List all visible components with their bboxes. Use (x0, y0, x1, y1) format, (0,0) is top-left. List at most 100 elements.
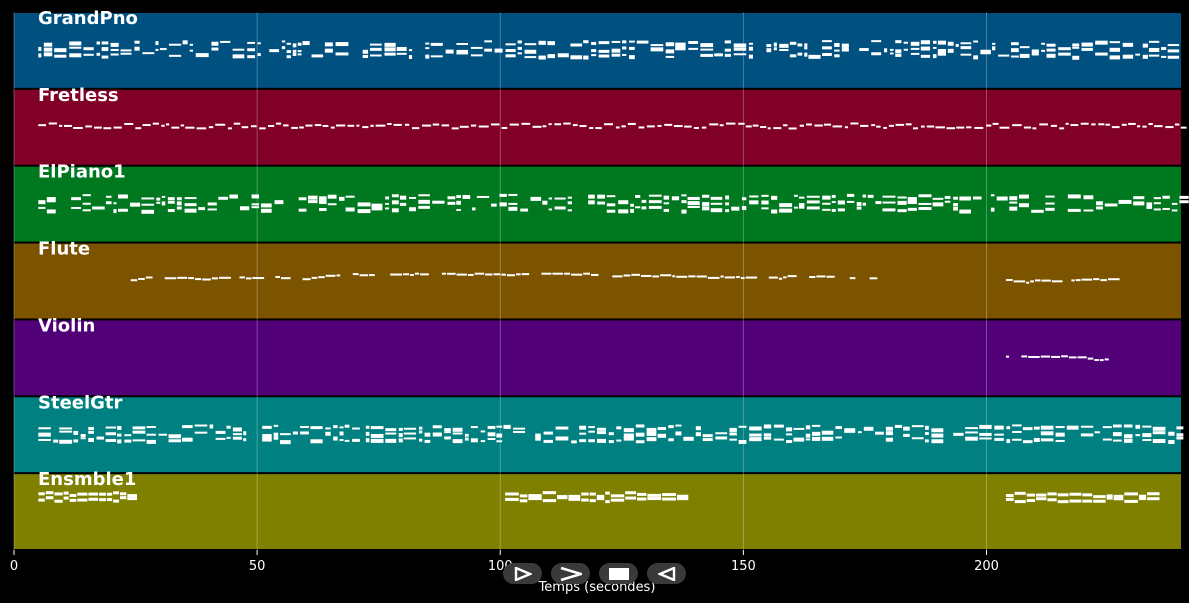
note-mark (910, 47, 920, 50)
note-mark (359, 274, 368, 277)
note-mark (994, 437, 1004, 441)
note-mark (834, 49, 840, 52)
note-mark (182, 425, 193, 429)
note-mark (596, 427, 607, 431)
note-mark (362, 49, 369, 54)
note-mark (105, 432, 117, 436)
note-mark (974, 126, 984, 129)
note-mark (894, 424, 903, 428)
note-mark (369, 47, 382, 51)
note-mark (218, 196, 228, 200)
play-button[interactable] (503, 563, 542, 584)
note-mark (117, 439, 122, 444)
note-mark (124, 122, 134, 125)
note-mark (252, 277, 265, 280)
note-mark (215, 430, 226, 434)
note-mark (778, 277, 783, 280)
note-mark (555, 426, 569, 430)
note-mark (48, 122, 57, 125)
note-mark (700, 48, 714, 51)
note-mark (837, 208, 845, 212)
note-mark (627, 122, 636, 125)
note-mark (43, 42, 53, 47)
x-tick-label: 150 (731, 559, 756, 574)
playback-controls (503, 563, 686, 584)
note-mark (161, 201, 166, 206)
note-mark (835, 436, 842, 439)
note-mark (738, 439, 747, 444)
note-mark (1083, 195, 1094, 200)
forward-button[interactable] (551, 563, 590, 584)
stop-button[interactable] (599, 563, 638, 584)
note-mark (646, 437, 657, 442)
note-mark (88, 492, 99, 496)
note-mark (876, 125, 881, 128)
note-mark (616, 426, 622, 430)
note-mark (834, 54, 840, 58)
note-mark (145, 276, 153, 279)
note-mark (251, 194, 260, 199)
note-mark (1142, 125, 1147, 128)
note-mark (935, 126, 945, 129)
note-mark (310, 439, 323, 444)
note-mark (155, 41, 159, 46)
note-mark (286, 50, 291, 54)
note-mark (548, 208, 553, 211)
note-mark (189, 43, 194, 46)
note-mark (93, 126, 102, 129)
note-mark (491, 203, 497, 207)
note-mark (219, 276, 231, 279)
note-mark (339, 431, 344, 436)
note-mark (662, 497, 677, 501)
note-mark (867, 194, 874, 198)
note-mark (1072, 43, 1080, 47)
note-mark (608, 440, 614, 444)
note-mark (1135, 434, 1141, 437)
note-mark (1061, 355, 1068, 358)
note-mark (597, 194, 606, 199)
note-mark (117, 433, 122, 437)
note-mark (101, 47, 109, 52)
note-mark (799, 124, 805, 127)
note-mark (1142, 433, 1152, 438)
note-mark (233, 122, 241, 125)
note-mark (625, 496, 637, 500)
note-mark (1123, 424, 1133, 428)
note-mark (571, 440, 577, 444)
note-mark (1055, 439, 1065, 442)
note-mark (557, 496, 568, 500)
note-mark (793, 437, 805, 442)
note-mark (409, 196, 416, 199)
note-mark (650, 44, 664, 47)
note-mark (99, 492, 107, 496)
note-mark (1031, 209, 1044, 213)
note-mark (409, 207, 416, 212)
note-mark (588, 426, 595, 429)
note-mark (424, 432, 431, 437)
note-mark (623, 274, 631, 277)
note-mark (194, 278, 202, 281)
note-mark (542, 200, 548, 205)
back-button[interactable] (647, 563, 686, 584)
note-mark (895, 123, 905, 126)
note-mark (299, 126, 304, 129)
note-mark (541, 272, 552, 275)
note-mark (789, 41, 797, 45)
note-mark (701, 126, 707, 129)
x-tick-label: 50 (249, 559, 266, 574)
note-mark (1045, 202, 1055, 205)
note-mark (688, 47, 699, 50)
note-mark (1093, 278, 1100, 281)
note-mark (365, 425, 370, 429)
note-mark (43, 47, 53, 52)
note-mark (724, 48, 731, 52)
note-mark (1171, 209, 1178, 212)
note-mark (589, 499, 596, 503)
note-mark (640, 274, 652, 277)
note-mark (822, 40, 832, 43)
note-mark (822, 53, 832, 57)
note-mark (641, 199, 647, 203)
note-mark (849, 277, 856, 280)
note-mark (58, 124, 63, 127)
note-mark (677, 497, 689, 501)
